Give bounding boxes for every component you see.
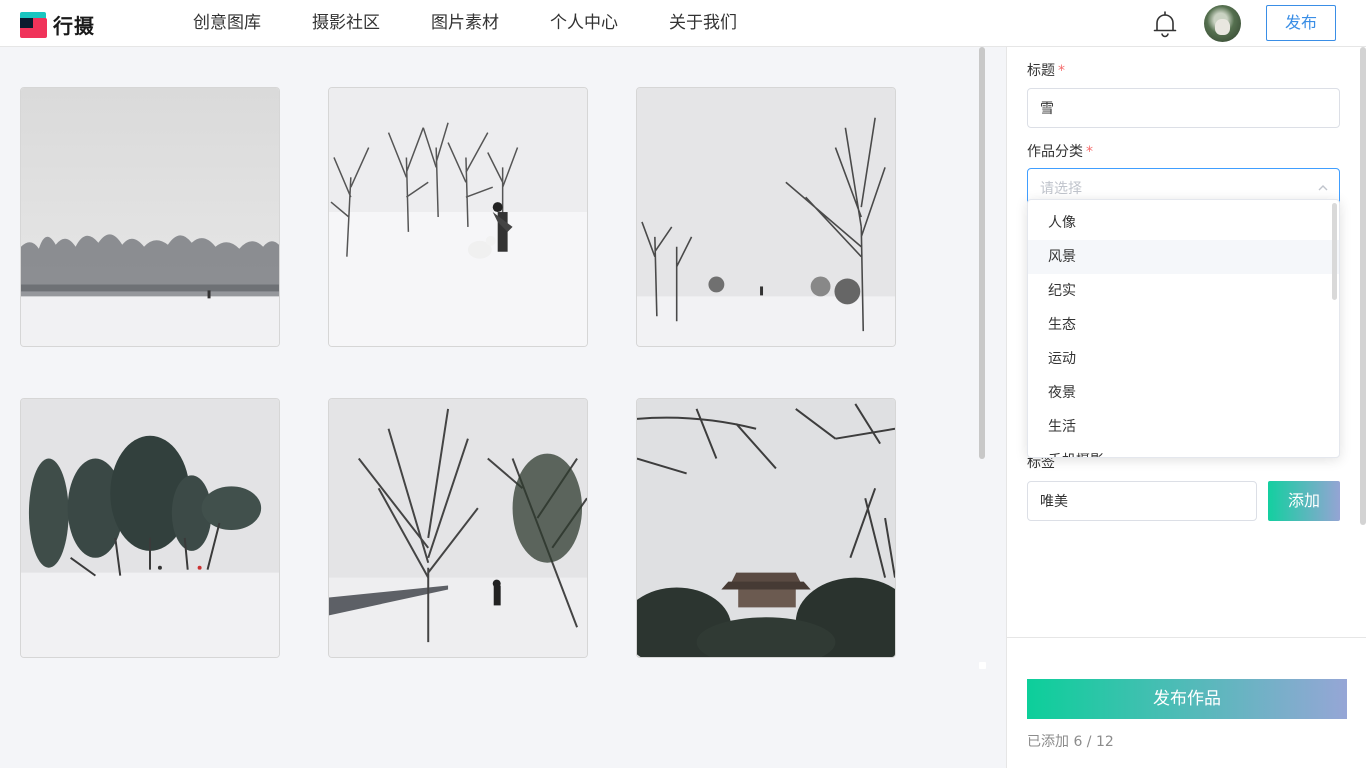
title-input[interactable]: 雪 (1027, 88, 1340, 128)
bell-icon[interactable] (1152, 10, 1178, 38)
dropdown-scrollbar[interactable] (1332, 203, 1337, 300)
category-option-documentary[interactable]: 纪实 (1028, 274, 1339, 308)
category-placeholder: 请选择 (1040, 181, 1082, 197)
add-tag-button[interactable]: 添加 (1268, 481, 1340, 521)
nav-item-profile[interactable]: 个人中心 (550, 0, 618, 46)
title-input-value: 雪 (1040, 101, 1054, 117)
avatar[interactable] (1204, 5, 1241, 42)
photo-thumbnail[interactable] (636, 87, 896, 347)
back-to-top-dot (979, 662, 986, 669)
category-option-sports[interactable]: 运动 (1028, 342, 1339, 376)
photo-thumbnail[interactable] (20, 87, 280, 347)
category-dropdown: 人像 风景 纪实 生态 运动 夜景 生活 手机摄影 (1027, 199, 1340, 458)
gallery-scrollbar-thumb[interactable] (979, 47, 985, 459)
category-option-ecology[interactable]: 生态 (1028, 308, 1339, 342)
nav-item-about[interactable]: 关于我们 (669, 0, 737, 46)
tag-input-value: 唯美 (1040, 494, 1068, 510)
main-nav: 创意图库 摄影社区 图片素材 个人中心 关于我们 (193, 0, 788, 46)
logo-text: 行摄 (53, 14, 95, 38)
nav-item-materials[interactable]: 图片素材 (431, 0, 499, 46)
category-option-portrait[interactable]: 人像 (1028, 206, 1339, 240)
added-count-text: 已添加 6 / 12 (1027, 734, 1114, 750)
submit-work-button[interactable]: 发布作品 (1027, 679, 1347, 719)
category-option-mobile[interactable]: 手机摄影 (1028, 444, 1339, 457)
photo-gallery (0, 47, 975, 768)
photo-thumbnail[interactable] (20, 398, 280, 658)
panel-divider (1007, 637, 1366, 638)
publish-button[interactable]: 发布 (1266, 5, 1336, 41)
category-label: 作品分类 * (1027, 144, 1093, 160)
chevron-up-icon (1318, 185, 1328, 191)
category-option-life[interactable]: 生活 (1028, 410, 1339, 444)
photo-thumbnail[interactable] (636, 398, 896, 658)
category-option-landscape[interactable]: 风景 (1028, 240, 1339, 274)
nav-item-community[interactable]: 摄影社区 (312, 0, 380, 46)
title-label: 标题 * (1027, 63, 1065, 79)
photo-thumbnail[interactable] (328, 87, 588, 347)
photo-thumbnail[interactable] (328, 398, 588, 658)
category-option-night[interactable]: 夜景 (1028, 376, 1339, 410)
logo[interactable]: 行摄 (20, 10, 95, 39)
top-header: 行摄 创意图库 摄影社区 图片素材 个人中心 关于我们 发布 (0, 0, 1366, 47)
nav-item-gallery[interactable]: 创意图库 (193, 0, 261, 46)
logo-icon (20, 11, 48, 38)
tag-input[interactable]: 唯美 (1027, 481, 1257, 521)
panel-scrollbar[interactable] (1360, 47, 1366, 525)
